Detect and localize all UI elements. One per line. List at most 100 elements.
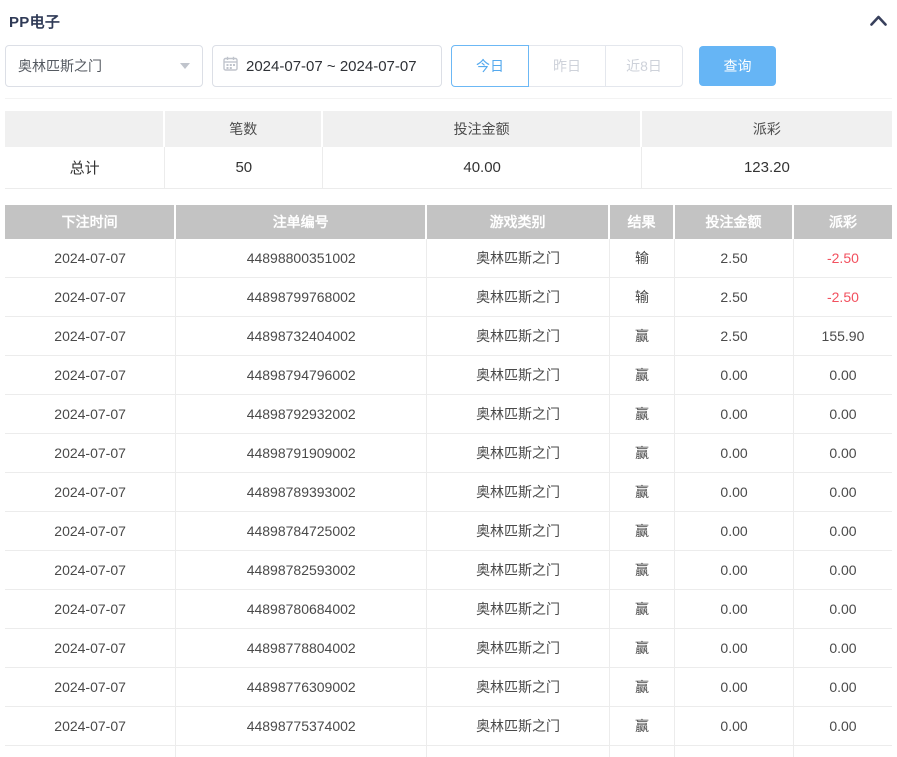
records-header-result: 结果 [610, 205, 675, 239]
records-header-bet-time: 下注时间 [5, 205, 176, 239]
cell-game-category: 奥林匹斯之门 [427, 395, 610, 433]
yesterday-button[interactable]: 昨日 [528, 45, 606, 87]
cell-result: 赢 [610, 590, 675, 628]
cell-result: 赢 [610, 746, 675, 757]
records-header-order-no: 注单编号 [176, 205, 427, 239]
table-row: 2024-07-0744898800351002奥林匹斯之门输2.50-2.50 [5, 239, 892, 278]
cell-bet-amount: 2.50 [675, 317, 794, 355]
cell-bet-amount: 0.00 [675, 512, 794, 550]
cell-bet-time: 2024-07-07 [5, 746, 176, 757]
pp-electronic-panel: PP电子 奥林匹斯之门 2024-07-07 ~ 2024-07-07 今日 昨… [0, 0, 897, 757]
cell-bet-time: 2024-07-07 [5, 395, 176, 433]
cell-order-no: 44898792932002 [176, 395, 427, 433]
cell-result: 赢 [610, 356, 675, 394]
cell-bet-amount: 0.00 [675, 629, 794, 667]
cell-game-category: 奥林匹斯之门 [427, 434, 610, 472]
table-row: 2024-07-0744898775374002奥林匹斯之门赢0.000.00 [5, 707, 892, 746]
date-range-value: 2024-07-07 ~ 2024-07-07 [246, 58, 417, 75]
table-row: 2024-07-0744898791909002奥林匹斯之门赢0.000.00 [5, 434, 892, 473]
cell-bet-time: 2024-07-07 [5, 278, 176, 316]
cell-bet-amount: 0.00 [675, 551, 794, 589]
cell-order-no: 44898784725002 [176, 512, 427, 550]
cell-payout: 0.00 [794, 551, 892, 589]
page-title: PP电子 [9, 11, 60, 32]
date-range-input[interactable]: 2024-07-07 ~ 2024-07-07 [212, 45, 442, 87]
summary-header-empty [5, 111, 165, 147]
cell-game-category: 奥林匹斯之门 [427, 239, 610, 277]
cell-bet-time: 2024-07-07 [5, 707, 176, 745]
search-button[interactable]: 查询 [699, 46, 776, 86]
cell-result: 赢 [610, 473, 675, 511]
table-row: 2024-07-0744898776309002奥林匹斯之门赢0.000.00 [5, 668, 892, 707]
summary-total-row: 总计 50 40.00 123.20 [5, 147, 892, 189]
cell-payout: 155.90 [794, 317, 892, 355]
panel-header: PP电子 [5, 0, 892, 30]
table-row: 2024-07-0744898782593002奥林匹斯之门赢0.000.00 [5, 551, 892, 590]
cell-bet-time: 2024-07-07 [5, 551, 176, 589]
records-header-row: 下注时间 注单编号 游戏类别 结果 投注金额 派彩 [5, 205, 892, 239]
table-row: 2024-07-0744898732404002奥林匹斯之门赢2.50155.9… [5, 317, 892, 356]
records-table: 下注时间 注单编号 游戏类别 结果 投注金额 派彩 2024-07-074489… [5, 205, 892, 757]
chevron-up-icon [870, 13, 887, 31]
cell-payout: 0.00 [794, 668, 892, 706]
cell-result: 赢 [610, 707, 675, 745]
cell-bet-amount: 0.00 [675, 746, 794, 757]
cell-game-category: 奥林匹斯之门 [427, 590, 610, 628]
cell-bet-time: 2024-07-07 [5, 317, 176, 355]
cell-game-category: 奥林匹斯之门 [427, 668, 610, 706]
summary-total-label: 总计 [5, 147, 165, 188]
cell-bet-amount: 0.00 [675, 668, 794, 706]
cell-result: 赢 [610, 317, 675, 355]
table-row: 2024-07-0744898778804002奥林匹斯之门赢0.000.00 [5, 629, 892, 668]
cell-payout: 0.00 [794, 395, 892, 433]
cell-result: 输 [610, 239, 675, 277]
summary-total-bet-amount: 40.00 [323, 147, 641, 188]
chevron-down-icon [180, 63, 190, 69]
cell-result: 赢 [610, 512, 675, 550]
summary-header-count: 笔数 [165, 111, 323, 147]
last-8-days-button[interactable]: 近8日 [605, 45, 683, 87]
table-row: 2024-07-0744898792932002奥林匹斯之门赢0.000.00 [5, 395, 892, 434]
cell-payout: 0.00 [794, 707, 892, 745]
summary-header-payout: 派彩 [642, 111, 892, 147]
cell-game-category: 奥林匹斯之门 [427, 512, 610, 550]
cell-order-no: 44898799768002 [176, 278, 427, 316]
cell-result: 输 [610, 278, 675, 316]
cell-bet-amount: 0.00 [675, 356, 794, 394]
cell-bet-amount: 0.00 [675, 590, 794, 628]
cell-result: 赢 [610, 668, 675, 706]
records-body: 2024-07-0744898800351002奥林匹斯之门输2.50-2.50… [5, 239, 892, 757]
cell-payout: 0.00 [794, 356, 892, 394]
table-row: 2024-07-0744898799768002奥林匹斯之门输2.50-2.50 [5, 278, 892, 317]
cell-bet-time: 2024-07-07 [5, 434, 176, 472]
records-header-bet-amount: 投注金额 [675, 205, 794, 239]
cell-payout: 0.00 [794, 434, 892, 472]
summary-total-count: 50 [165, 147, 323, 188]
cell-order-no: 44898794796002 [176, 356, 427, 394]
calendar-icon [223, 56, 238, 76]
table-row: 2024-07-0744898789393002奥林匹斯之门赢0.000.00 [5, 473, 892, 512]
cell-game-category: 奥林匹斯之门 [427, 707, 610, 745]
cell-bet-time: 2024-07-07 [5, 629, 176, 667]
table-row: 2024-07-0744898784725002奥林匹斯之门赢0.000.00 [5, 512, 892, 551]
records-header-game-category: 游戏类别 [427, 205, 610, 239]
cell-game-category: 奥林匹斯之门 [427, 746, 610, 757]
cell-order-no: 44898782593002 [176, 551, 427, 589]
today-button[interactable]: 今日 [451, 45, 529, 87]
cell-payout: 0.00 [794, 629, 892, 667]
cell-order-no: 44898775374002 [176, 707, 427, 745]
cell-bet-amount: 0.00 [675, 707, 794, 745]
cell-game-category: 奥林匹斯之门 [427, 356, 610, 394]
cell-result: 赢 [610, 395, 675, 433]
summary-total-payout: 123.20 [642, 147, 892, 188]
cell-bet-amount: 2.50 [675, 278, 794, 316]
cell-game-category: 奥林匹斯之门 [427, 629, 610, 667]
cell-order-no: 44898732404002 [176, 317, 427, 355]
cell-payout: 0.00 [794, 590, 892, 628]
quick-date-button-group: 今日 昨日 近8日 [451, 45, 683, 87]
game-select[interactable]: 奥林匹斯之门 [5, 45, 203, 87]
collapse-panel-button[interactable] [868, 12, 888, 32]
cell-game-category: 奥林匹斯之门 [427, 317, 610, 355]
cell-bet-time: 2024-07-07 [5, 668, 176, 706]
cell-order-no: 44898776309002 [176, 668, 427, 706]
